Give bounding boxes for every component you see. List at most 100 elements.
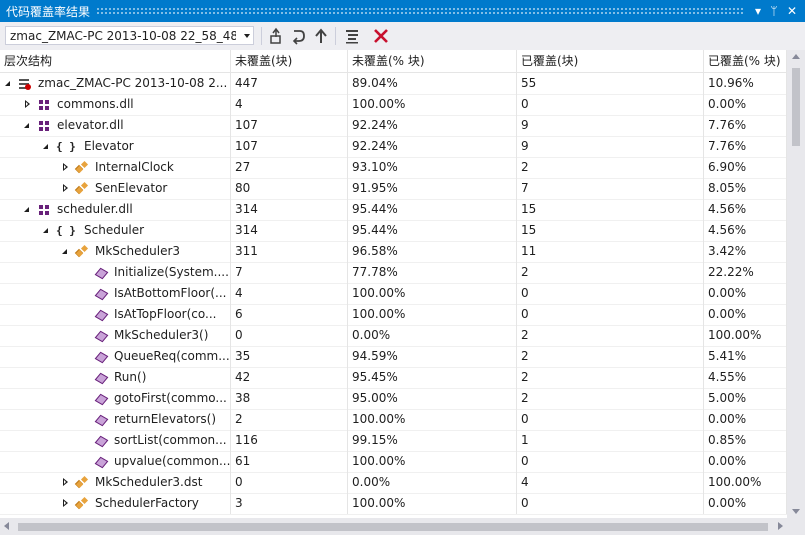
uncovered-blocks-cell: 4 [231, 283, 348, 304]
tree-node: Run() [80, 367, 146, 388]
expand-arrow-icon[interactable] [61, 477, 71, 488]
collapse-arrow-icon[interactable] [42, 142, 52, 152]
chevron-down-icon[interactable] [244, 34, 250, 38]
vertical-scrollbar[interactable] [787, 50, 805, 518]
title-grip[interactable] [96, 7, 743, 15]
scroll-left-icon[interactable] [4, 522, 9, 530]
table-row[interactable]: IsAtBottomFloor(... 4 100.00% 0 0.00% [0, 283, 787, 305]
show-coloring-icon[interactable] [343, 27, 361, 45]
horizontal-scroll-thumb[interactable] [18, 523, 768, 531]
table-row[interactable]: sortList(common... 116 99.15% 1 0.85% [0, 430, 787, 452]
uncovered-percent-cell: 95.00% [348, 388, 517, 409]
method-icon [94, 413, 108, 427]
expand-arrow-icon[interactable] [61, 162, 71, 173]
table-row[interactable]: MkScheduler3.dst 0 0.00% 4 100.00% [0, 472, 787, 494]
node-name: returnElevators() [114, 412, 217, 426]
uncovered-blocks-cell: 447 [231, 73, 348, 94]
table-row[interactable]: Initialize(System.... 7 77.78% 2 22.22% [0, 262, 787, 284]
import-results-icon[interactable] [268, 27, 286, 45]
close-panel-icon[interactable]: ✕ [783, 2, 801, 20]
hierarchy-cell: InternalClock [0, 157, 231, 178]
column-header-hierarchy[interactable]: 层次结构 [0, 50, 231, 72]
scroll-right-icon[interactable] [778, 522, 783, 530]
covered-blocks-cell: 2 [517, 388, 704, 409]
pin-icon[interactable]: ᛘ [765, 2, 783, 20]
uncovered-blocks-cell: 314 [231, 220, 348, 241]
expand-arrow-icon[interactable] [61, 498, 71, 509]
toolbar-separator [335, 27, 336, 45]
uncovered-blocks-cell: 0 [231, 472, 348, 493]
uncovered-percent-cell: 100.00% [348, 409, 517, 430]
horizontal-scrollbar[interactable] [0, 518, 787, 535]
covered-percent-cell: 7.76% [704, 136, 787, 157]
covered-blocks-cell: 1 [517, 430, 704, 451]
table-row[interactable]: SenElevator 80 91.95% 7 8.05% [0, 178, 787, 200]
column-header-covered-percent[interactable]: 已覆盖(% 块) [704, 50, 787, 72]
covered-percent-cell: 4.55% [704, 367, 787, 388]
covered-percent-cell: 8.05% [704, 178, 787, 199]
tree-node: commons.dll [23, 94, 134, 115]
hierarchy-cell: Initialize(System.... [0, 262, 231, 283]
table-row[interactable]: IsAtTopFloor(co... 6 100.00% 0 0.00% [0, 304, 787, 326]
coverage-run-select[interactable]: zmac_ZMAC-PC 2013-10-08 22_58_48.coverag… [5, 26, 254, 45]
hierarchy-cell: SchedulerFactory [0, 493, 231, 514]
uncovered-blocks-cell: 4 [231, 94, 348, 115]
table-row[interactable]: MkScheduler3() 0 0.00% 2 100.00% [0, 325, 787, 347]
uncovered-blocks-cell: 7 [231, 262, 348, 283]
collapse-arrow-icon[interactable] [4, 79, 14, 89]
collapse-arrow-icon[interactable] [23, 205, 33, 215]
covered-percent-cell: 0.00% [704, 283, 787, 304]
column-header-uncovered-blocks[interactable]: 未覆盖(块) [231, 50, 348, 72]
uncovered-percent-cell: 100.00% [348, 304, 517, 325]
column-header-uncovered-percent[interactable]: 未覆盖(% 块) [348, 50, 517, 72]
table-row[interactable]: { } Elevator 107 92.24% 9 7.76% [0, 136, 787, 158]
table-row[interactable]: gotoFirst(commo... 38 95.00% 2 5.00% [0, 388, 787, 410]
uncovered-percent-cell: 95.44% [348, 220, 517, 241]
scroll-down-icon[interactable] [792, 509, 800, 514]
tree-node: SchedulerFactory [61, 493, 199, 514]
assembly-icon [37, 119, 51, 133]
uncovered-percent-cell: 95.44% [348, 199, 517, 220]
column-header-covered-blocks[interactable]: 已覆盖(块) [517, 50, 704, 72]
table-row[interactable]: { } Scheduler 314 95.44% 15 4.56% [0, 220, 787, 242]
table-row[interactable]: returnElevators() 2 100.00% 0 0.00% [0, 409, 787, 431]
table-row[interactable]: InternalClock 27 93.10% 2 6.90% [0, 157, 787, 179]
table-row[interactable]: MkScheduler3 311 96.58% 11 3.42% [0, 241, 787, 263]
remove-results-icon[interactable] [372, 27, 390, 45]
table-row[interactable]: Run() 42 95.45% 2 4.55% [0, 367, 787, 389]
table-row[interactable]: commons.dll 4 100.00% 0 0.00% [0, 94, 787, 116]
scroll-up-icon[interactable] [792, 54, 800, 59]
collapse-arrow-icon[interactable] [42, 226, 52, 236]
table-row[interactable]: elevator.dll 107 92.24% 9 7.76% [0, 115, 787, 137]
uncovered-percent-cell: 100.00% [348, 493, 517, 514]
collapse-arrow-icon[interactable] [61, 247, 71, 257]
table-row[interactable]: zmac_ZMAC-PC 2013-10-08 2... 447 89.04% 55 1… [0, 73, 787, 95]
toolbar-separator [261, 27, 262, 45]
method-icon [94, 434, 108, 448]
expand-arrow-icon[interactable] [23, 99, 33, 110]
table-row[interactable]: scheduler.dll 314 95.44% 15 4.56% [0, 199, 787, 221]
tree-node: gotoFirst(commo... [80, 388, 227, 409]
covered-percent-cell: 10.96% [704, 73, 787, 94]
covered-blocks-cell: 11 [517, 241, 704, 262]
covered-percent-cell: 0.00% [704, 409, 787, 430]
vertical-scroll-thumb[interactable] [792, 68, 800, 146]
table-row[interactable]: SchedulerFactory 3 100.00% 0 0.00% [0, 493, 787, 515]
table-row[interactable]: upvalue(common... 61 100.00% 0 0.00% [0, 451, 787, 473]
tree-node: upvalue(common... [80, 451, 230, 472]
uncovered-blocks-cell: 6 [231, 304, 348, 325]
hierarchy-cell: Run() [0, 367, 231, 388]
covered-blocks-cell: 0 [517, 304, 704, 325]
merge-results-icon[interactable] [290, 27, 308, 45]
collapse-arrow-icon[interactable] [23, 121, 33, 131]
uncovered-blocks-cell: 35 [231, 346, 348, 367]
covered-blocks-cell: 2 [517, 346, 704, 367]
class-icon [75, 245, 89, 259]
export-results-icon[interactable] [312, 27, 330, 45]
covered-percent-cell: 22.22% [704, 262, 787, 283]
expand-arrow-icon[interactable] [61, 183, 71, 194]
table-row[interactable]: QueueReq(comm... 35 94.59% 2 5.41% [0, 346, 787, 368]
